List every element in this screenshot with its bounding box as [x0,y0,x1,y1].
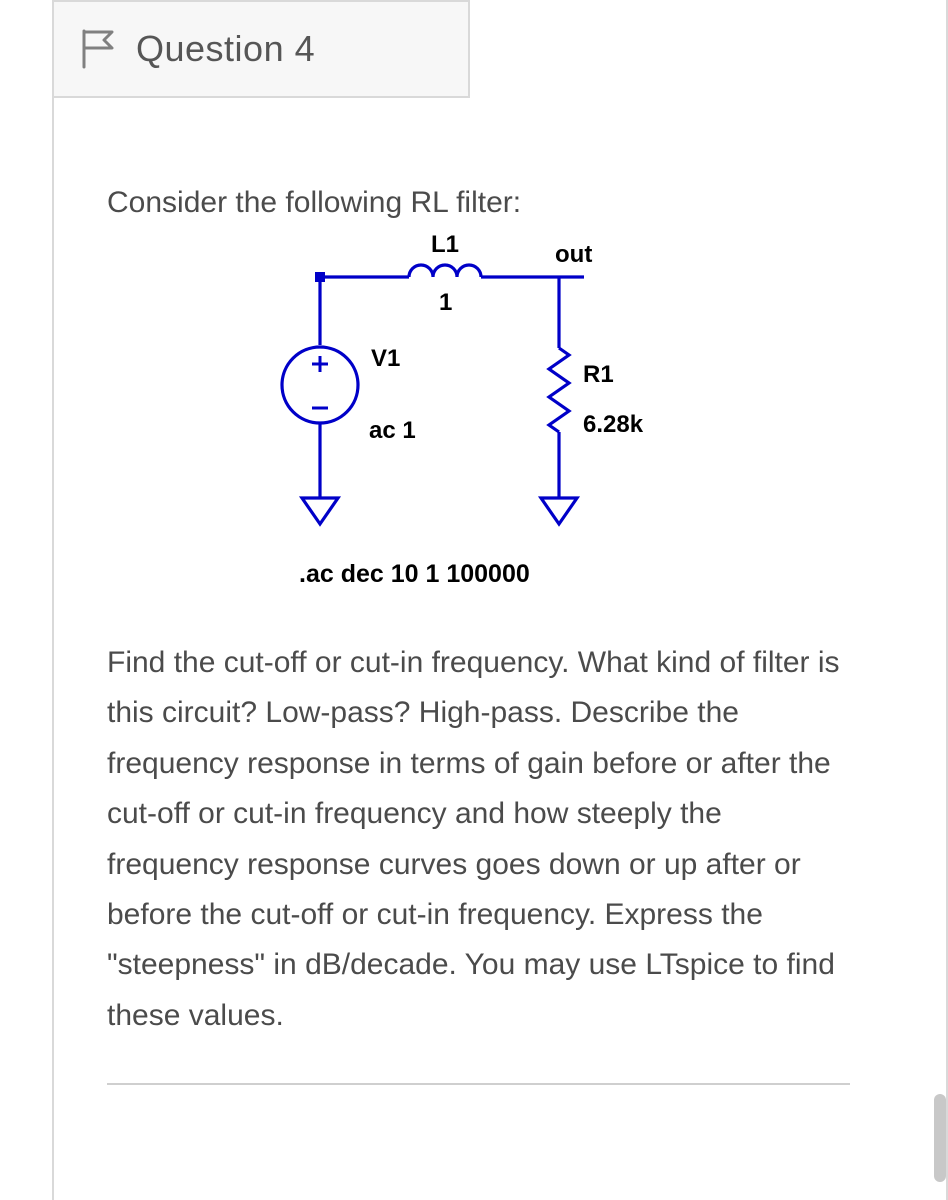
value-v1: ac 1 [369,417,416,444]
question-title: Question 4 [136,28,315,70]
label-r1: R1 [583,361,614,388]
intro-text: Consider the following RL filter: [107,186,850,220]
label-l1: L1 [431,231,459,258]
value-r1: 6.28k [583,411,644,438]
label-out: out [555,241,592,268]
circuit-diagram: L1 1 out V1 ac 1 R1 6.28k .ac dec 10 1 1… [107,230,850,610]
flag-icon[interactable] [78,27,118,71]
label-v1: V1 [371,345,400,372]
spice-directive: .ac dec 10 1 100000 [299,560,530,588]
divider [107,1083,850,1085]
scrollbar-thumb[interactable] [934,1094,946,1182]
page-container: Question 4 Consider the following RL fil… [0,0,948,1200]
question-body: Consider the following RL filter: [52,98,896,1200]
question-header: Question 4 [52,0,470,98]
value-l1: 1 [439,289,452,316]
question-prompt: Find the cut-off or cut-in frequency. Wh… [107,638,850,1041]
